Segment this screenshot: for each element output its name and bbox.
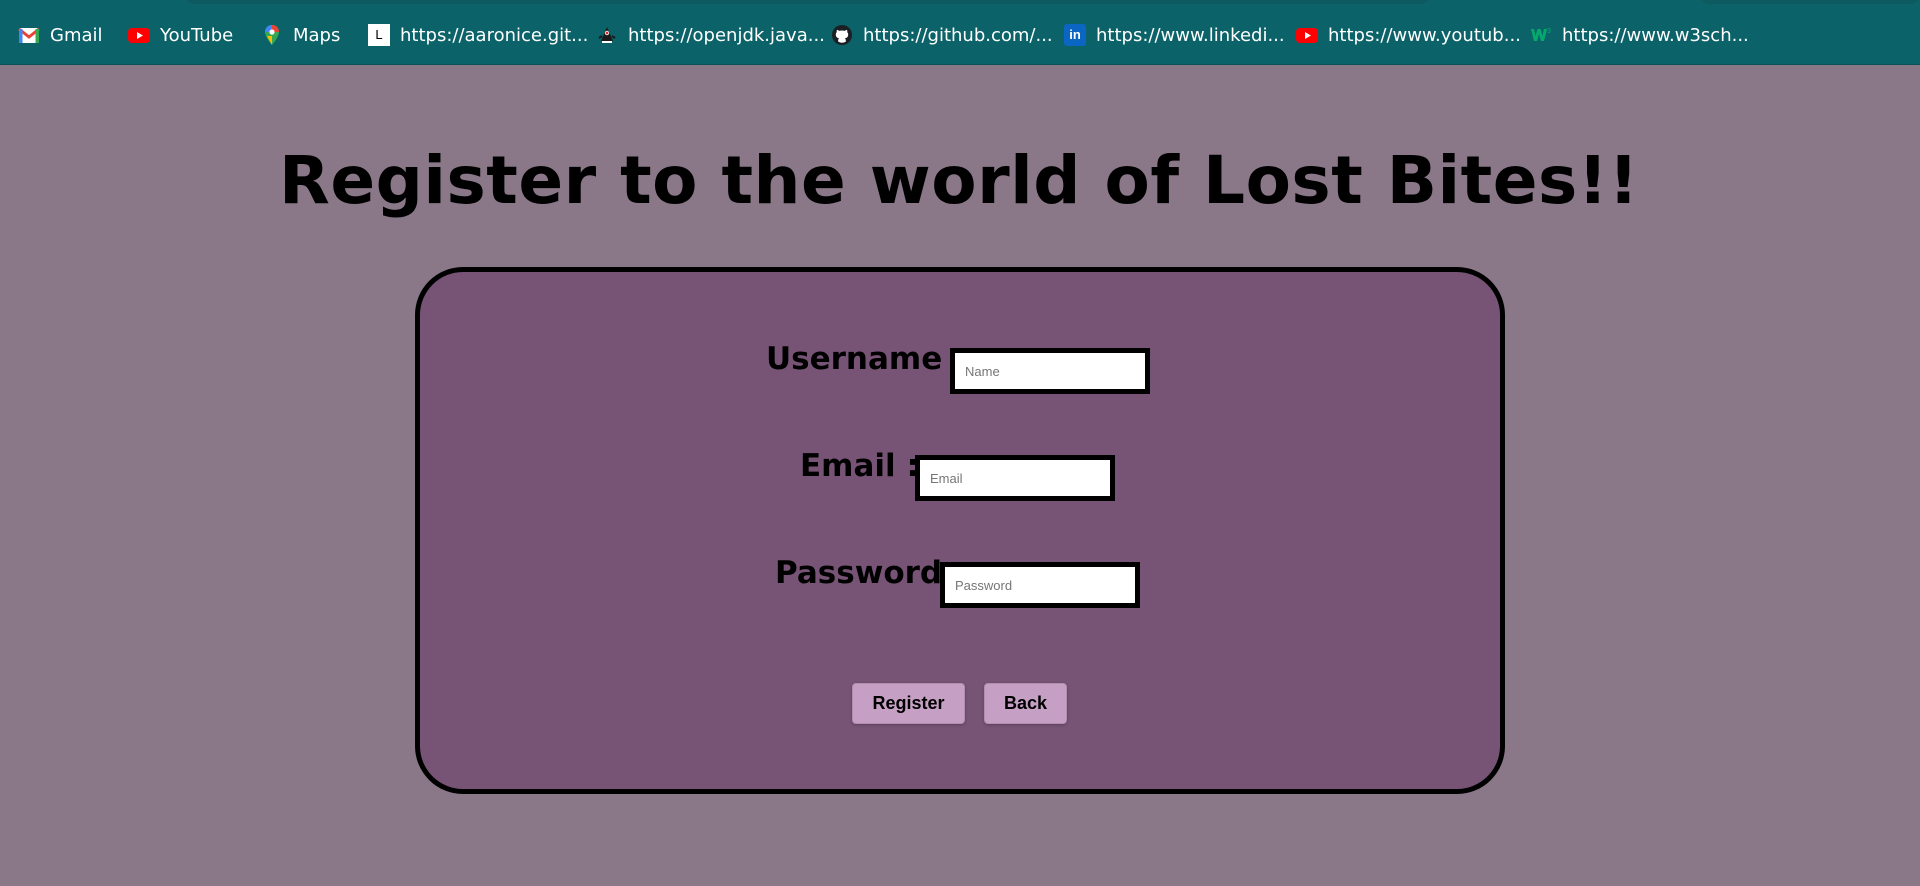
bookmark-label: https://www.youtub... xyxy=(1328,24,1521,46)
register-button[interactable]: Register xyxy=(852,683,965,724)
bookmark-github[interactable]: https://github.com/... xyxy=(831,19,1053,51)
bookmark-label: https://github.com/... xyxy=(863,24,1053,46)
letter-l-icon: L xyxy=(368,24,390,46)
bookmark-youtube-link[interactable]: https://www.youtub... xyxy=(1296,19,1521,51)
bookmark-openjdk[interactable]: https://openjdk.java... xyxy=(596,19,825,51)
bookmark-label: Maps xyxy=(293,24,341,46)
bookmark-w3schools[interactable]: 3 https://www.w3sch... xyxy=(1530,19,1749,51)
youtube-icon xyxy=(1296,24,1318,46)
bookmark-gmail[interactable]: Gmail xyxy=(18,19,103,51)
w3schools-icon: 3 xyxy=(1530,24,1552,46)
bookmark-aaronice[interactable]: L https://aaronice.git... xyxy=(368,19,588,51)
maps-icon xyxy=(261,24,283,46)
tab-strip-right xyxy=(1700,0,1920,4)
gmail-icon xyxy=(18,24,40,46)
email-input[interactable] xyxy=(915,455,1115,501)
svg-text:3: 3 xyxy=(1547,28,1551,35)
youtube-icon xyxy=(128,24,150,46)
password-input[interactable] xyxy=(940,562,1140,608)
tab-strip xyxy=(185,0,1430,4)
bookmark-maps[interactable]: Maps xyxy=(261,19,340,51)
registration-form: Username : Email : Password : Register B… xyxy=(415,267,1505,794)
password-label: Password : xyxy=(775,555,966,591)
bookmark-label: https://aaronice.git... xyxy=(400,24,589,46)
email-label: Email : xyxy=(800,448,919,484)
bookmark-linkedin[interactable]: in https://www.linkedi... xyxy=(1064,19,1285,51)
username-input[interactable] xyxy=(950,348,1150,394)
username-label: Username : xyxy=(766,341,966,377)
bookmark-label: https://www.w3sch... xyxy=(1562,24,1749,46)
openjdk-duke-icon xyxy=(596,24,618,46)
page-title: Register to the world of Lost Bites!! xyxy=(279,142,1639,219)
linkedin-icon: in xyxy=(1064,24,1086,46)
bookmark-label: https://www.linkedi... xyxy=(1096,24,1285,46)
bookmarks-bar: Gmail YouTube Maps L https://aaronice.gi… xyxy=(0,0,1920,65)
bookmark-label: Gmail xyxy=(50,24,103,46)
bookmark-label: https://openjdk.java... xyxy=(628,24,825,46)
back-button[interactable]: Back xyxy=(984,683,1067,724)
github-icon xyxy=(831,24,853,46)
bookmark-youtube[interactable]: YouTube xyxy=(128,19,233,51)
bookmark-label: YouTube xyxy=(160,24,234,46)
